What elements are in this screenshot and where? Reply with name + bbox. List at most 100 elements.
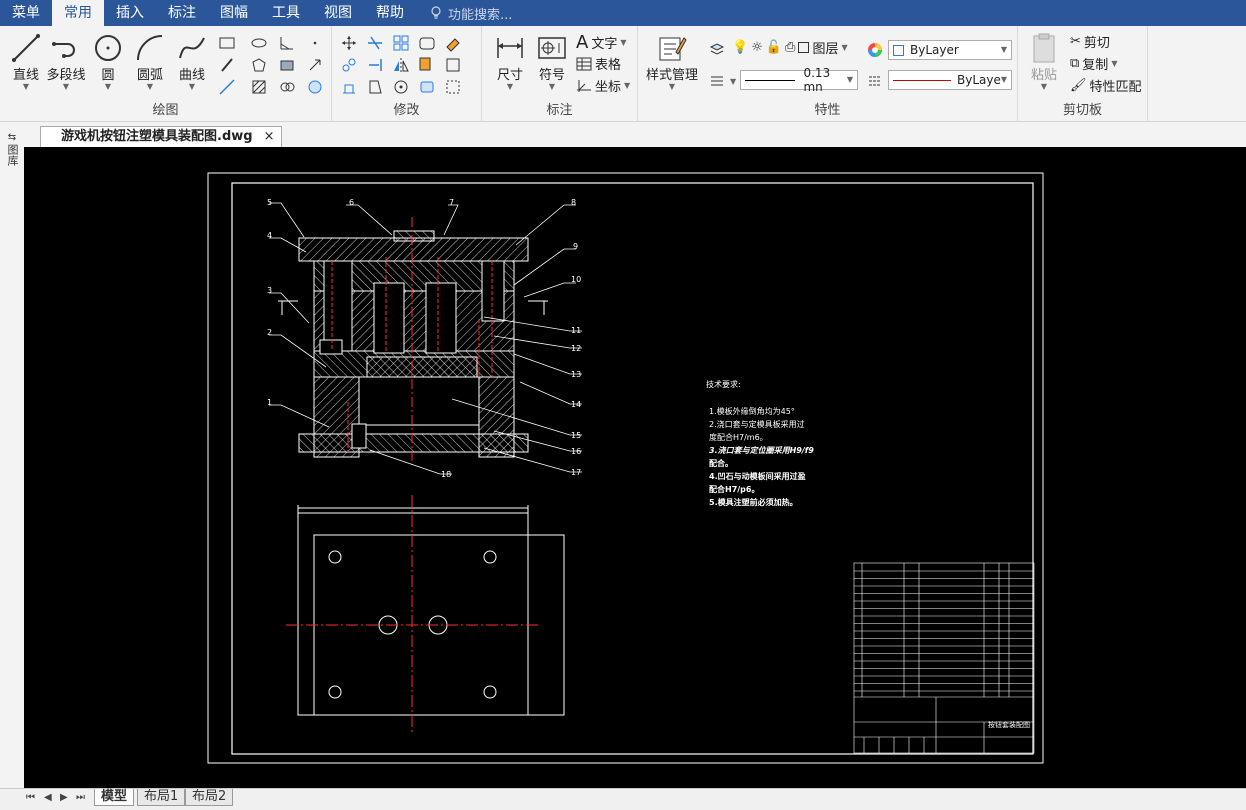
text-button[interactable]: A 文字 ▼: [576, 32, 627, 53]
copy-object-icon[interactable]: [340, 56, 358, 74]
lineweight-dropdown[interactable]: 0.13 mn ▼: [740, 66, 858, 94]
color-dropdown[interactable]: ByLayer ▼: [888, 40, 1012, 60]
match-properties-button[interactable]: 🖌 特性匹配: [1070, 76, 1142, 95]
tab-model[interactable]: 模型: [94, 789, 135, 806]
hatch-line-icon[interactable]: [218, 56, 236, 74]
printer-icon: ⎙: [785, 40, 796, 55]
lineweight-sample: [745, 79, 796, 81]
menu-item-sheet[interactable]: 图幅: [208, 0, 260, 26]
style-manager-button[interactable]: 样式管理 ▼: [642, 32, 702, 91]
line-button[interactable]: 直线 ▼: [4, 32, 48, 91]
block-icon[interactable]: [278, 56, 296, 74]
scissors-icon: ✂: [1070, 34, 1081, 49]
drawing-canvas[interactable]: 1 2 3 4 5 6 7 8 9 10 11 12 13 14 15 16 1…: [24, 147, 1246, 788]
stretch-icon[interactable]: [340, 78, 358, 96]
menu-item-common[interactable]: 常用: [52, 0, 104, 26]
polyline-button[interactable]: 多段线 ▼: [44, 32, 88, 91]
layer-dropdown[interactable]: 💡 ☼ 🔓 ⎙ 图层 ▼: [732, 38, 848, 57]
erase-icon[interactable]: [444, 34, 462, 52]
pointer-icon[interactable]: [306, 56, 324, 74]
menu-item-tools[interactable]: 工具: [260, 0, 312, 26]
table-icon: [576, 57, 592, 70]
region-icon[interactable]: [250, 56, 268, 74]
arc-button[interactable]: 圆弧 ▼: [128, 32, 172, 91]
ellipse-icon[interactable]: [250, 34, 268, 52]
search-placeholder: 功能搜索...: [448, 7, 513, 23]
scale-icon[interactable]: [366, 78, 384, 96]
table-button[interactable]: 表格: [576, 54, 621, 73]
wipeout-icon[interactable]: [278, 78, 296, 96]
last-layout-icon[interactable]: ⏭: [76, 792, 85, 803]
construction-line-icon[interactable]: [218, 78, 236, 96]
sun-icon: ☼: [751, 40, 763, 55]
document-tab[interactable]: 游戏机按钮注塑模具装配图.dwg ×: [40, 126, 282, 147]
menu-item-annotate[interactable]: 标注: [156, 0, 208, 26]
join-icon[interactable]: [444, 78, 462, 96]
section-view: [278, 217, 548, 465]
array-icon[interactable]: [392, 34, 410, 52]
menu-item-menu[interactable]: 菜单: [0, 0, 52, 26]
color-wheel-icon[interactable]: [866, 41, 884, 59]
callout-9: 9: [573, 242, 578, 251]
trim-icon[interactable]: [366, 34, 384, 52]
next-layout-icon[interactable]: ▶: [60, 792, 68, 803]
previous-layout-icon[interactable]: ◀: [44, 792, 52, 803]
symbol-button[interactable]: 符号 ▼: [530, 32, 574, 91]
linetype-icon[interactable]: [866, 72, 884, 90]
angle-icon[interactable]: [278, 34, 296, 52]
lineweight-icon[interactable]: [708, 72, 726, 90]
rectangle-icon[interactable]: [218, 34, 236, 52]
circle-button[interactable]: 圆 ▼: [86, 32, 130, 91]
curve-button[interactable]: 曲线 ▼: [170, 32, 214, 91]
tech-line-6: 4.凹石与动模板间采用过盈: [709, 471, 806, 481]
explode-icon[interactable]: [444, 56, 462, 74]
tech-line-7: 配合H7/p6。: [709, 484, 759, 494]
dimension-button[interactable]: 尺寸 ▼: [488, 32, 532, 91]
menu-item-insert[interactable]: 插入: [104, 0, 156, 26]
coordinate-button[interactable]: 坐标 ▼: [576, 76, 630, 95]
ribbon: 直线 ▼ 多段线 ▼ 圆 ▼ 圆弧 ▼ 曲线 ▼ 绘图 修改 尺寸 ▼ 符号 ▼…: [0, 26, 1246, 122]
cut-button[interactable]: ✂ 剪切: [1070, 32, 1110, 51]
revision-cloud-icon[interactable]: [306, 78, 324, 96]
callout-4: 4: [267, 231, 272, 240]
callout-3: 3: [267, 286, 272, 295]
chevron-down-icon: ▼: [1000, 45, 1007, 54]
feature-search[interactable]: 功能搜索...: [430, 4, 512, 23]
break-icon[interactable]: [418, 78, 436, 96]
title-block-name: 按钮套装配图: [988, 720, 1030, 729]
lightbulb-icon: [431, 6, 441, 19]
move-icon[interactable]: [340, 34, 358, 52]
polyline-icon: [52, 42, 75, 58]
text-icon: A: [576, 32, 589, 53]
dimension-icon: [497, 38, 523, 58]
linetype-dropdown[interactable]: ByLaye ▼: [888, 70, 1012, 90]
extend-icon[interactable]: [366, 56, 384, 74]
hatch-icon[interactable]: [250, 78, 268, 96]
tab-layout-1[interactable]: 布局1: [137, 789, 186, 806]
rotate-icon[interactable]: [392, 78, 410, 96]
lock-icon: 🔓: [765, 40, 783, 55]
brush-icon: 🖌: [1070, 78, 1087, 93]
callout-14: 14: [571, 400, 581, 409]
paste-button[interactable]: 粘贴 ▼: [1022, 32, 1066, 91]
callout-5: 5: [267, 198, 272, 207]
chevron-down-icon[interactable]: ▼: [730, 78, 736, 86]
point-icon[interactable]: [306, 34, 324, 52]
layer-properties-icon[interactable]: [708, 40, 726, 58]
callout-17: 17: [571, 468, 581, 477]
close-icon[interactable]: ×: [264, 127, 275, 147]
offset-icon[interactable]: [418, 56, 436, 74]
menu-item-view[interactable]: 视图: [312, 0, 364, 26]
group-clipboard: 粘贴 ▼ ✂ 剪切 ⧉ 复制 ▼ 🖌 特性匹配 剪切板: [1018, 26, 1148, 122]
drawing-svg: 1 2 3 4 5 6 7 8 9 10 11 12 13 14 15 16 1…: [207, 172, 1044, 764]
library-panel-toggle[interactable]: ⇆ 图库: [4, 132, 20, 169]
menu-item-help[interactable]: 帮助: [364, 0, 416, 26]
tab-layout-2[interactable]: 布局2: [185, 789, 234, 806]
first-layout-icon[interactable]: ⏮: [26, 792, 35, 803]
copy-button[interactable]: ⧉ 复制 ▼: [1070, 54, 1117, 73]
group-label-annotate: 标注: [546, 103, 573, 118]
chevron-down-icon: ▼: [1040, 82, 1048, 91]
spline-icon: [179, 37, 205, 59]
fillet-icon[interactable]: [418, 34, 436, 52]
mirror-icon[interactable]: [392, 56, 410, 74]
